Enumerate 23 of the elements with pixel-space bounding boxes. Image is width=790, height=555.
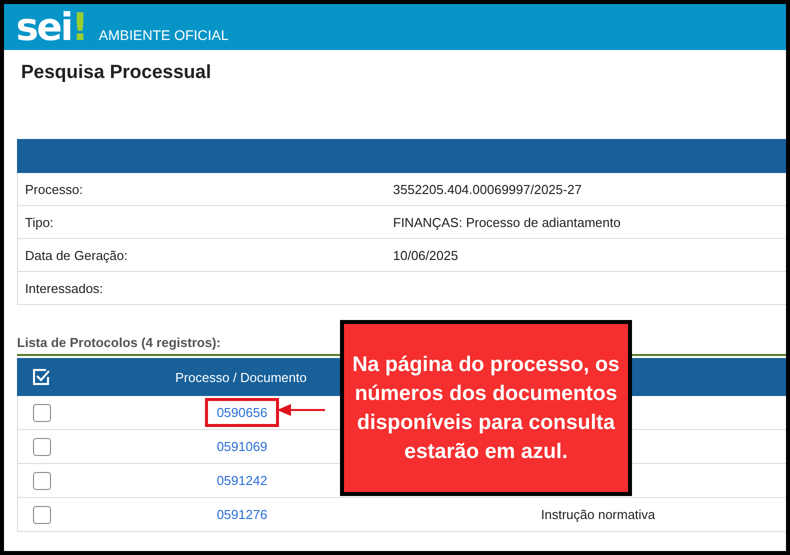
field-label: Processo: bbox=[24, 182, 84, 196]
row-checkbox[interactable] bbox=[33, 438, 51, 456]
field-label: Tipo: bbox=[24, 214, 54, 230]
document-link[interactable]: 0591069 bbox=[204, 432, 280, 461]
column-header: Processo / Documento bbox=[174, 370, 308, 384]
row-checkbox[interactable] bbox=[33, 472, 51, 490]
document-link[interactable]: 0591242 bbox=[204, 466, 280, 495]
environment-label: AMBIENTE OFICIAL bbox=[98, 27, 229, 43]
field-value: 10/06/2025 bbox=[393, 248, 458, 262]
field-label: Data de Geração: bbox=[24, 248, 129, 262]
arrow-icon bbox=[277, 403, 325, 417]
row-checkbox[interactable] bbox=[33, 506, 51, 524]
sei-logo: sei! bbox=[16, 10, 87, 44]
page-title: Pesquisa Processual bbox=[20, 61, 212, 85]
checkbox-icon[interactable] bbox=[32, 368, 50, 386]
field-value: 3552205.404.00069997/2025-27 bbox=[393, 182, 582, 196]
document-link[interactable]: 0591276 bbox=[204, 500, 280, 529]
callout-note: Na página do processo, os números dos documentos disponíveis para consulta estarão em azul. bbox=[340, 320, 632, 496]
document-link[interactable]: 0590656 bbox=[204, 398, 280, 427]
field-label: Interessados: bbox=[24, 280, 104, 296]
document-type: Instrução normativa bbox=[540, 507, 656, 522]
row-checkbox[interactable] bbox=[33, 404, 51, 422]
field-value: FINANÇAS: Processo de adiantamento bbox=[393, 214, 621, 230]
